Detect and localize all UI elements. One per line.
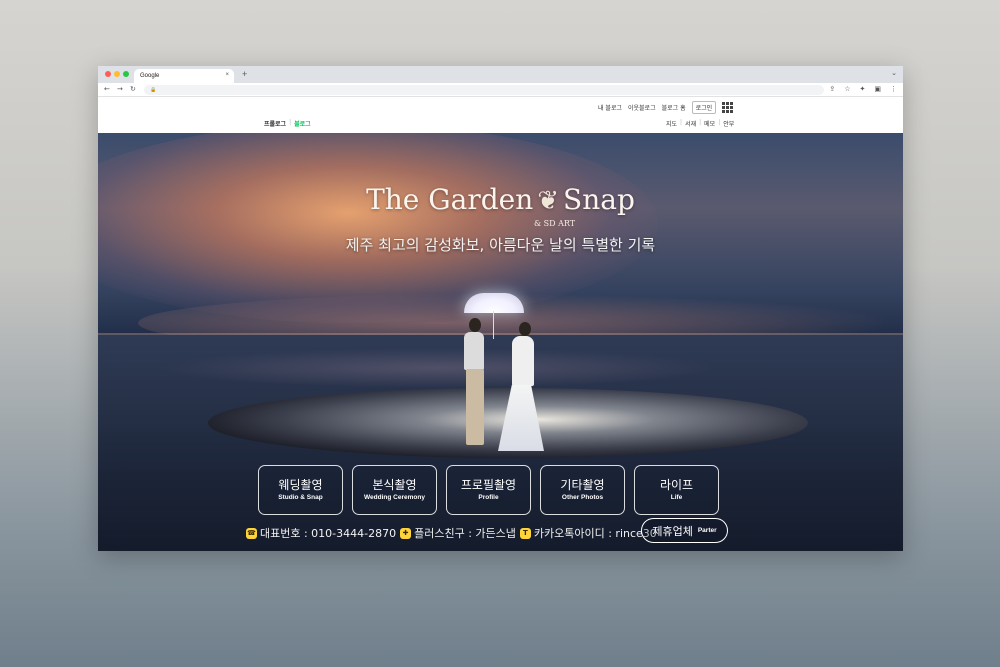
prologue-link[interactable]: 프롤로그: [264, 119, 286, 128]
partner-sublabel: Parter: [697, 527, 717, 534]
new-tab-button[interactable]: +: [242, 69, 247, 79]
site-logo: The Garden ❦ Snap: [98, 183, 903, 216]
library-link[interactable]: 서재: [685, 119, 696, 128]
hero-tagline: 제주 최고의 감성화보, 아름다운 날의 특별한 기록: [345, 236, 656, 254]
bookmark-star-icon[interactable]: ☆: [844, 85, 850, 93]
logo-subtitle: & SD ART: [534, 219, 576, 228]
address-input[interactable]: 🔒: [144, 85, 824, 95]
leaf-icon: ❦: [537, 186, 560, 216]
tab-close-icon[interactable]: ×: [225, 72, 229, 78]
maximize-window-button[interactable]: [123, 71, 129, 77]
browser-window: Google × + ⌄ ← → ↻ 🔒 ⇪ ☆ ✦ ▣ ⋮ 내 블로그 이웃블…: [98, 66, 903, 551]
menu-label: 본식촬영: [372, 478, 417, 492]
umbrella-icon: [464, 293, 524, 313]
browser-toolbar: ⇪ ☆ ✦ ▣ ⋮: [829, 85, 897, 93]
groom-figure: [464, 332, 484, 370]
profile-photo-button[interactable]: 프로필촬영 Profile: [446, 465, 531, 515]
menu-sublabel: Profile: [478, 494, 499, 501]
other-photo-button[interactable]: 기타촬영 Other Photos: [540, 465, 625, 515]
my-blog-link[interactable]: 내 블로그: [598, 103, 622, 112]
blog-home-link[interactable]: 블로그 홈: [662, 103, 686, 112]
extensions-icon[interactable]: ✦: [860, 85, 866, 93]
phone-text: 대표번호 : 010-3444-2870: [260, 527, 397, 540]
menu-sublabel: Life: [670, 494, 683, 501]
memo-link[interactable]: 메모: [704, 119, 715, 128]
login-button[interactable]: 로그인: [691, 101, 717, 114]
hero-banner: The Garden ❦ Snap & SD ART 제주 최고의 감성화보, 아름…: [98, 133, 903, 551]
groom-figure: [469, 318, 481, 332]
plus-friend-contact[interactable]: ✚ 플러스친구 : 가든스냅: [400, 525, 516, 541]
partner-label: 제휴업체: [652, 524, 693, 538]
bride-figure: [519, 322, 531, 336]
separator: |: [289, 119, 292, 126]
logo-text-right: Snap: [563, 183, 635, 216]
menu-label: 기타촬영: [560, 478, 605, 492]
kakaotalk-icon: T: [519, 527, 531, 539]
menu-kebab-icon[interactable]: ⋮: [890, 85, 897, 93]
sea-reflection: [158, 348, 718, 388]
plus-friend-text: 플러스친구 : 가든스냅: [414, 527, 516, 540]
menu-label: 웨딩촬영: [278, 478, 323, 492]
minimize-window-button[interactable]: [114, 71, 120, 77]
phone-icon: ☎: [246, 527, 257, 539]
menu-sublabel: Other Photos: [561, 494, 604, 501]
share-icon[interactable]: ⇪: [829, 85, 835, 93]
plus-friend-icon: ✚: [400, 527, 412, 539]
close-window-button[interactable]: [105, 71, 111, 77]
logo-text-left: The Garden: [366, 183, 534, 216]
blog-top-links: 내 블로그 이웃블로그 블로그 홈 로그인: [598, 101, 734, 114]
blog-menu: 프롤로그 | 블로그: [264, 119, 311, 128]
umbrella-handle: [493, 311, 494, 339]
neighbor-blog-link[interactable]: 이웃블로그: [628, 103, 656, 112]
menu-sublabel: Studio & Snap: [278, 494, 323, 501]
menu-sublabel: Wedding Ceremony: [364, 494, 425, 501]
groom-figure: [466, 369, 484, 445]
separator: |: [699, 119, 702, 126]
apps-grid-icon[interactable]: [722, 102, 734, 113]
wedding-photo-button[interactable]: 웨딩촬영 Studio & Snap: [258, 465, 343, 515]
tab-search-icon[interactable]: ⌄: [891, 69, 897, 77]
kakao-text: 카카오톡아이디 : rince30: [533, 527, 657, 540]
blog-link[interactable]: 블로그: [294, 119, 311, 128]
forward-icon[interactable]: →: [117, 85, 123, 93]
map-link[interactable]: 지도: [666, 119, 677, 128]
partner-button[interactable]: 제휴업체 Parter: [641, 518, 728, 543]
tab-title: Google: [140, 73, 160, 79]
back-icon[interactable]: ←: [104, 85, 110, 93]
separator: |: [680, 119, 683, 126]
side-panel-icon[interactable]: ▣: [874, 85, 881, 93]
tab-strip: Google × + ⌄: [98, 66, 903, 83]
menu-label: 라이프: [659, 478, 694, 492]
ceremony-photo-button[interactable]: 본식촬영 Wedding Ceremony: [352, 465, 437, 515]
life-button[interactable]: 라이프 Life: [634, 465, 719, 515]
address-bar-row: ← → ↻ 🔒 ⇪ ☆ ✦ ▣ ⋮: [98, 83, 903, 97]
contact-bar: ☎ 대표번호 : 010-3444-2870 ✚ 플러스친구 : 가든스냅 T …: [246, 525, 661, 541]
separator: |: [718, 119, 721, 126]
blog-sub-nav: 지도 | 서재 | 메모 | 안부: [666, 119, 734, 128]
web-page: 내 블로그 이웃블로그 블로그 홈 로그인 프롤로그 | 블로그 지도 | 서재…: [98, 97, 903, 551]
category-menu: 웨딩촬영 Studio & Snap 본식촬영 Wedding Ceremony…: [258, 465, 719, 515]
browser-tab[interactable]: Google ×: [134, 69, 234, 83]
reload-icon[interactable]: ↻: [130, 85, 136, 93]
bride-figure: [512, 336, 534, 386]
menu-label: 프로필촬영: [460, 478, 517, 492]
phone-contact: ☎ 대표번호 : 010-3444-2870: [246, 525, 396, 541]
blog-top-bar: 내 블로그 이웃블로그 블로그 홈 로그인 프롤로그 | 블로그 지도 | 서재…: [98, 97, 903, 133]
kakao-contact[interactable]: T 카카오톡아이디 : rince30: [519, 525, 657, 541]
lock-icon: 🔒: [150, 87, 157, 93]
guestbook-link[interactable]: 안부: [723, 119, 734, 128]
